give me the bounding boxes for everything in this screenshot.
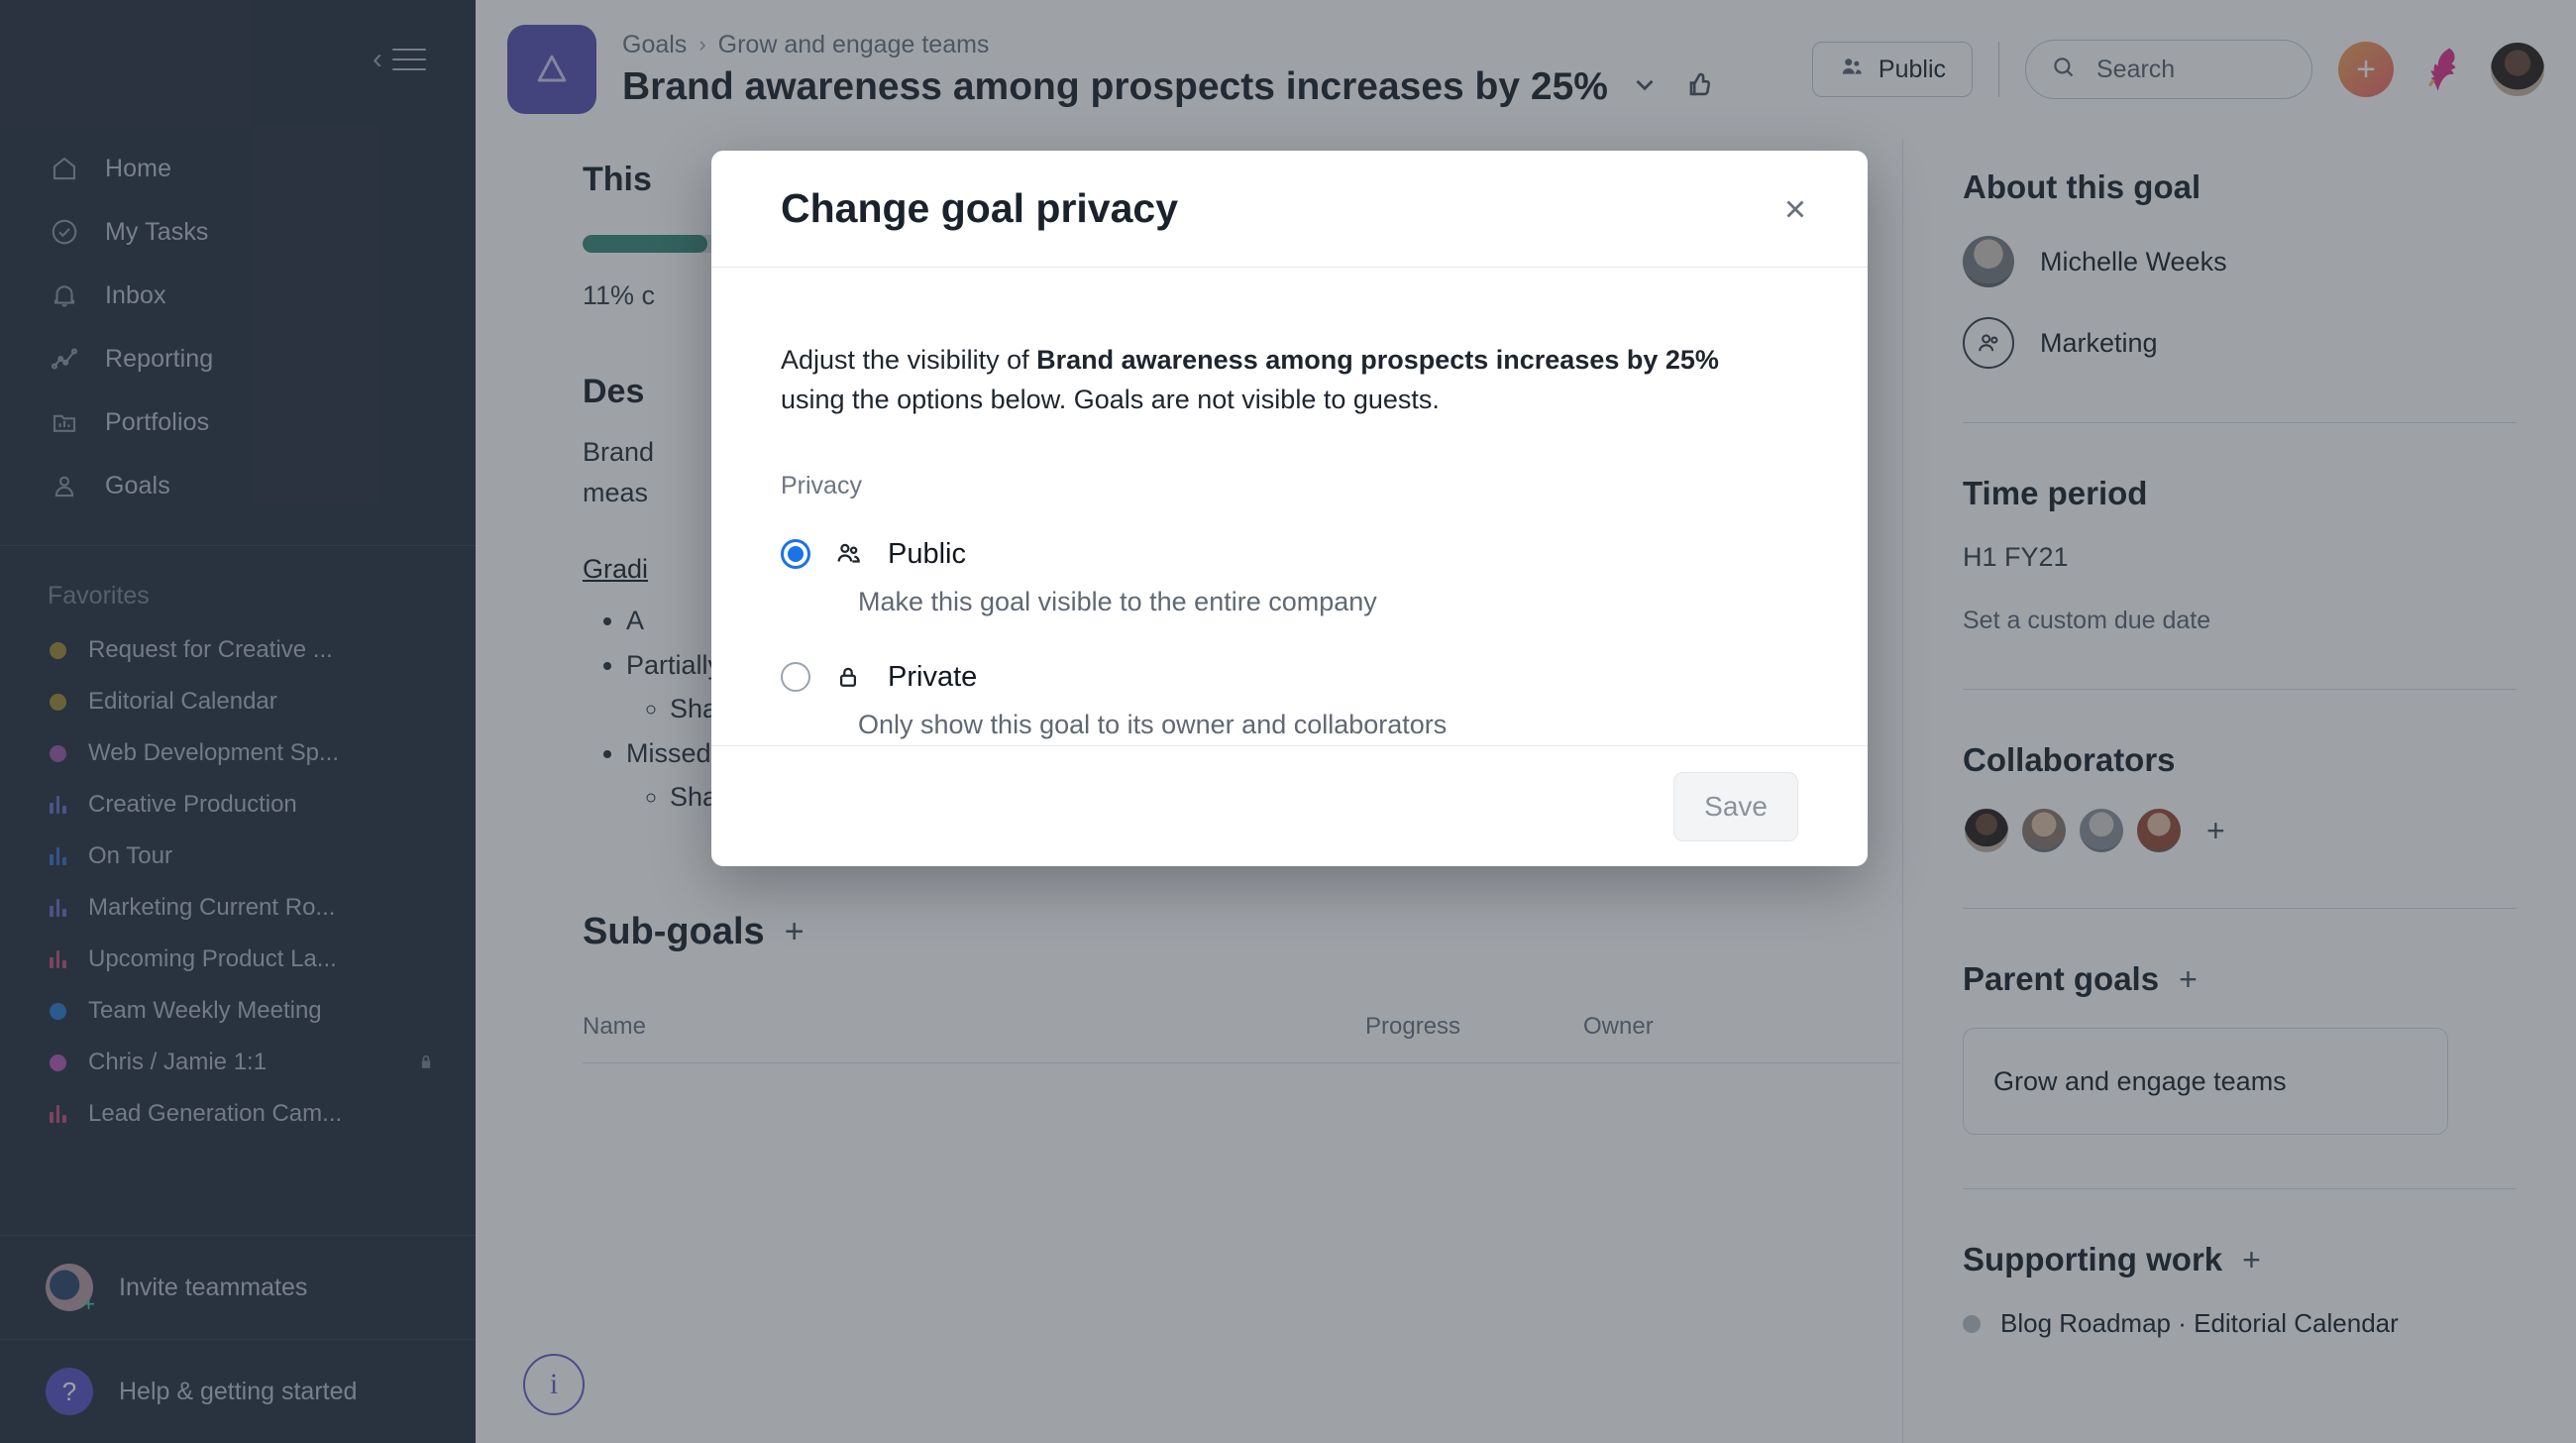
privacy-option-public-row[interactable]: Public	[781, 538, 1798, 571]
dialog-description-prefix: Adjust the visibility of	[781, 345, 1037, 375]
privacy-option-public[interactable]: Public Make this goal visible to the ent…	[781, 538, 1798, 617]
save-button[interactable]: Save	[1673, 771, 1798, 841]
dialog-footer: Save	[711, 745, 1868, 866]
dialog-description: Adjust the visibility of Brand awareness…	[781, 341, 1781, 420]
dialog-header: Change goal privacy	[711, 151, 1868, 268]
dialog-description-goal-name: Brand awareness among prospects increase…	[1036, 345, 1719, 375]
privacy-option-public-label: Public	[888, 537, 966, 570]
dialog-body: Adjust the visibility of Brand awareness…	[711, 268, 1868, 745]
people-icon	[832, 538, 866, 570]
privacy-option-private-row[interactable]: Private	[781, 661, 1798, 694]
privacy-field-label: Privacy	[781, 471, 862, 500]
dialog-title: Change goal privacy	[781, 185, 1179, 231]
change-goal-privacy-dialog: Change goal privacy Adjust the visibilit…	[711, 151, 1868, 866]
radio-public[interactable]	[781, 539, 810, 570]
app-root: ‹ Home My Tasks Inbox Reporting Portfoli…	[0, 0, 2576, 1443]
dialog-description-suffix: using the options below. Goals are not v…	[781, 384, 1440, 414]
privacy-option-private-description: Only show this goal to its owner and col…	[858, 709, 1448, 739]
radio-private[interactable]	[781, 662, 810, 693]
privacy-option-private[interactable]: Private Only show this goal to its owner…	[781, 661, 1798, 740]
close-icon[interactable]	[1769, 182, 1822, 236]
privacy-option-private-label: Private	[888, 660, 978, 693]
privacy-option-public-description: Make this goal visible to the entire com…	[858, 586, 1377, 616]
lock-icon	[832, 661, 866, 693]
